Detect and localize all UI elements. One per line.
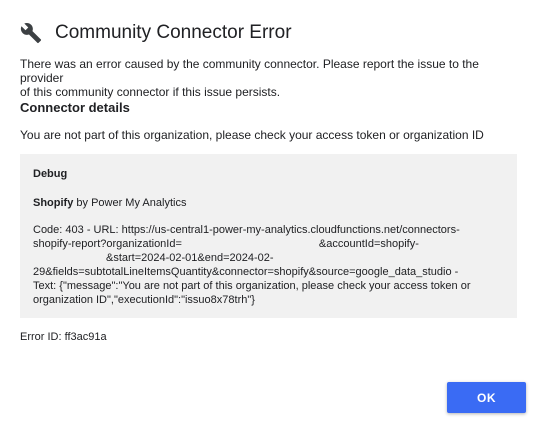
connector-name-bold: Shopify <box>33 197 74 209</box>
debug-line-text: &start=2024-02-01&end=2024-02- <box>106 252 274 264</box>
debug-line: organization ID","executionId":"issuo8x7… <box>33 293 503 307</box>
error-id: Error ID: ff3ac91a <box>20 331 107 343</box>
connector-details-heading: Connector details <box>20 100 130 115</box>
error-description-line: There was an error caused by the communi… <box>20 57 479 85</box>
debug-details: Code: 403 - URL: https://us-central1-pow… <box>33 223 503 307</box>
debug-title: Debug <box>33 168 68 180</box>
ok-button[interactable]: OK <box>447 382 526 413</box>
error-description: There was an error caused by the communi… <box>20 57 520 99</box>
dialog-title: Community Connector Error <box>55 22 292 43</box>
error-description-line: of this community connector if this issu… <box>20 85 281 99</box>
debug-line: Text: {"message":"You are not part of th… <box>33 279 503 293</box>
wrench-icon <box>20 22 42 44</box>
debug-line: shopify-report?organizationId= &accountId… <box>33 237 503 251</box>
connector-provider: by Power My Analytics <box>73 197 187 209</box>
dialog-header: Community Connector Error <box>20 20 292 46</box>
debug-line: 29&fields=subtotalLineItemsQuantity&conn… <box>33 265 503 279</box>
debug-line-text: shopify-report?organizationId= <box>33 238 182 250</box>
debug-line-text: organization ID","executionId":"issuo8x7… <box>33 294 255 306</box>
debug-line: &start=2024-02-01&end=2024-02- <box>33 251 503 265</box>
connector-name: Shopify by Power My Analytics <box>33 196 186 210</box>
error-message: You are not part of this organization, p… <box>20 128 484 142</box>
debug-line: Code: 403 - URL: https://us-central1-pow… <box>33 223 503 237</box>
debug-panel: Debug Shopify by Power My Analytics Code… <box>20 154 517 318</box>
debug-line-text: &accountId=shopify- <box>318 238 419 250</box>
error-dialog: Community Connector Error There was an e… <box>0 0 537 423</box>
debug-line-text: Code: 403 - URL: https://us-central1-pow… <box>33 224 460 236</box>
debug-line-text: Text: {"message":"You are not part of th… <box>33 280 471 292</box>
debug-line-text: 29&fields=subtotalLineItemsQuantity&conn… <box>33 266 459 278</box>
